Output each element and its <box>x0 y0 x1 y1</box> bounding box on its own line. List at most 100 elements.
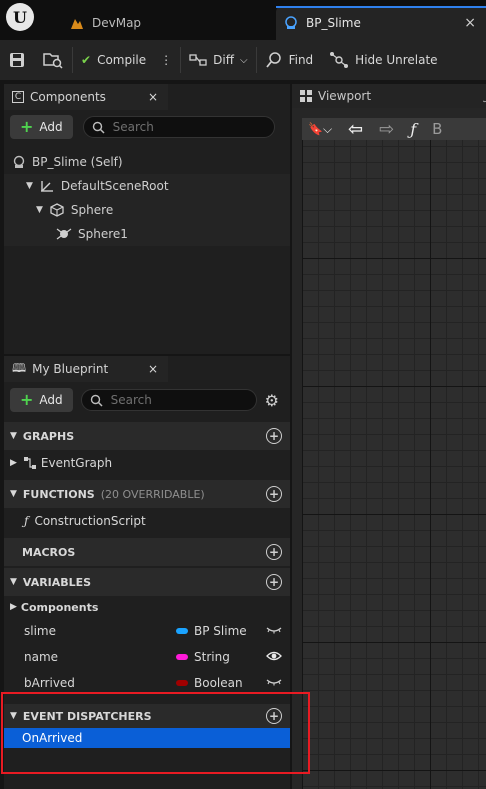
variable-category-components[interactable]: ▶ Components <box>4 596 290 618</box>
chevron-down-icon: ▼ <box>36 205 43 215</box>
gear-icon[interactable]: ⚙ <box>265 391 279 410</box>
components-panel: C Components × + Add BP_Slime (Self) ▼ <box>4 84 290 354</box>
book-icon: 🕮 <box>12 360 27 375</box>
eye-closed-icon[interactable] <box>266 624 282 638</box>
search-icon <box>90 394 103 407</box>
function-item-label: ConstructionScript <box>34 514 146 528</box>
variable-type[interactable]: String <box>176 650 230 664</box>
unreal-logo-icon[interactable]: U <box>6 3 34 31</box>
add-macro-icon[interactable]: + <box>266 544 282 560</box>
chevron-down-icon: ▼ <box>10 489 17 499</box>
section-macros-label: MACROS <box>22 545 76 559</box>
diff-button[interactable]: Diff ⌵ <box>181 40 255 80</box>
my-blueprint-search[interactable] <box>80 389 257 411</box>
variable-row-name[interactable]: name String <box>4 644 290 670</box>
function-breadcrumb-icon[interactable]: ƒ <box>410 120 416 139</box>
section-macros[interactable]: MACROS + <box>4 538 290 566</box>
graph-item-event-graph[interactable]: ▶ EventGraph <box>4 450 290 476</box>
functions-overridable-count: (20 OVERRIDABLE) <box>100 487 205 501</box>
function-icon: ƒ <box>24 514 29 528</box>
back-arrow-icon[interactable]: ⇦ <box>348 119 363 140</box>
tree-item-label: BP_Slime (Self) <box>32 155 123 169</box>
add-member-button[interactable]: + Add <box>10 388 73 412</box>
components-search[interactable] <box>82 116 275 138</box>
tab-devmap[interactable]: DevMap <box>70 6 270 40</box>
tab-bp-slime[interactable]: BP_Slime × <box>276 6 486 40</box>
find-button[interactable]: Find <box>257 40 322 80</box>
diff-icon <box>189 54 207 66</box>
bookmark-icon[interactable]: 🔖⌵ <box>308 122 332 137</box>
tab-bp-slime-label: BP_Slime <box>306 16 361 30</box>
search-input[interactable] <box>108 392 253 408</box>
tree-item-default-scene-root[interactable]: ▼ DefaultSceneRoot <box>4 174 290 198</box>
section-functions[interactable]: ▼ FUNCTIONS (20 OVERRIDABLE) + <box>4 480 290 508</box>
forward-arrow-icon[interactable]: ⇨ <box>379 119 394 140</box>
type-color-pill <box>176 680 188 686</box>
actor-icon <box>13 155 25 168</box>
close-icon[interactable]: × <box>148 90 158 104</box>
variable-type[interactable]: BP Slime <box>176 624 247 638</box>
save-icon <box>10 53 24 67</box>
tree-item-label: DefaultSceneRoot <box>60 179 169 193</box>
plus-icon: + <box>20 390 34 409</box>
type-color-pill <box>176 628 188 634</box>
tree-item-self[interactable]: BP_Slime (Self) <box>4 150 290 174</box>
components-icon: C <box>12 91 24 103</box>
editor-toolbar: ✔ Compile ⋮ Diff ⌵ Find Hide Unrelate <box>0 40 486 80</box>
tree-item-sphere[interactable]: ▼ Sphere <box>4 198 290 222</box>
graph-canvas[interactable] <box>302 118 486 789</box>
search-input[interactable] <box>110 119 255 135</box>
collision-sphere-icon <box>56 228 72 240</box>
components-toolbar: + Add <box>4 110 290 144</box>
browse-icon <box>43 53 63 69</box>
title-bar: U DevMap BP_Slime × <box>0 0 486 40</box>
compile-status-icon: ✔ <box>81 53 92 67</box>
search-icon <box>92 121 105 134</box>
component-tree: BP_Slime (Self) ▼ DefaultSceneRoot ▼ Sph… <box>4 150 290 246</box>
add-component-button[interactable]: + Add <box>10 115 73 139</box>
variable-name: name <box>24 650 59 664</box>
add-label: Add <box>39 120 63 134</box>
section-variables-label: VARIABLES <box>22 575 92 589</box>
function-item-construction-script[interactable]: ƒ ConstructionScript <box>4 508 290 534</box>
section-graphs[interactable]: ▼ GRAPHS + <box>4 422 290 450</box>
close-icon[interactable]: × <box>148 362 158 376</box>
variable-type[interactable]: Boolean <box>176 676 243 690</box>
eye-closed-icon[interactable] <box>266 676 282 690</box>
chevron-right-icon: ▶ <box>10 458 17 468</box>
variable-row-slime[interactable]: slime BP Slime <box>4 618 290 644</box>
save-button[interactable] <box>0 40 34 80</box>
compile-button[interactable]: ✔ Compile ⋮ <box>73 40 180 80</box>
hide-unrelated-button[interactable]: Hide Unrelate <box>321 40 445 80</box>
chevron-down-icon: ▼ <box>10 431 17 441</box>
tree-item-label: Sphere <box>70 203 114 217</box>
browse-button[interactable] <box>34 40 72 80</box>
components-title: Components <box>30 90 106 104</box>
variable-type-label: String <box>194 650 230 664</box>
compile-options-icon[interactable]: ⋮ <box>160 53 172 67</box>
tree-item-label: Sphere1 <box>78 227 128 241</box>
add-variable-icon[interactable]: + <box>266 574 282 590</box>
variable-type-label: BP Slime <box>194 624 247 638</box>
chevron-down-icon: ▼ <box>26 181 33 191</box>
section-variables[interactable]: ▼ VARIABLES + <box>4 568 290 596</box>
components-panel-tab[interactable]: C Components × <box>4 84 168 110</box>
graph-item-label: EventGraph <box>40 456 113 470</box>
breadcrumb-truncated: B <box>432 120 443 138</box>
my-blueprint-panel-tab[interactable]: 🕮 My Blueprint × <box>4 356 168 382</box>
my-blueprint-title: My Blueprint <box>32 362 109 376</box>
chevron-down-icon: ⌵ <box>239 54 248 66</box>
static-mesh-icon <box>50 203 64 217</box>
viewport-icon <box>300 90 312 102</box>
find-label: Find <box>288 53 314 67</box>
variable-name: slime <box>24 624 56 638</box>
add-graph-icon[interactable]: + <box>266 428 282 444</box>
viewport-tab[interactable]: Viewport <box>300 89 371 103</box>
tab-devmap-label: DevMap <box>92 16 142 30</box>
eye-open-icon[interactable] <box>266 650 282 665</box>
scene-root-icon <box>40 181 53 192</box>
tree-item-sphere1[interactable]: Sphere1 <box>4 222 290 246</box>
section-graphs-label: GRAPHS <box>22 429 75 443</box>
add-function-icon[interactable]: + <box>266 486 282 502</box>
close-icon[interactable]: × <box>464 15 476 31</box>
